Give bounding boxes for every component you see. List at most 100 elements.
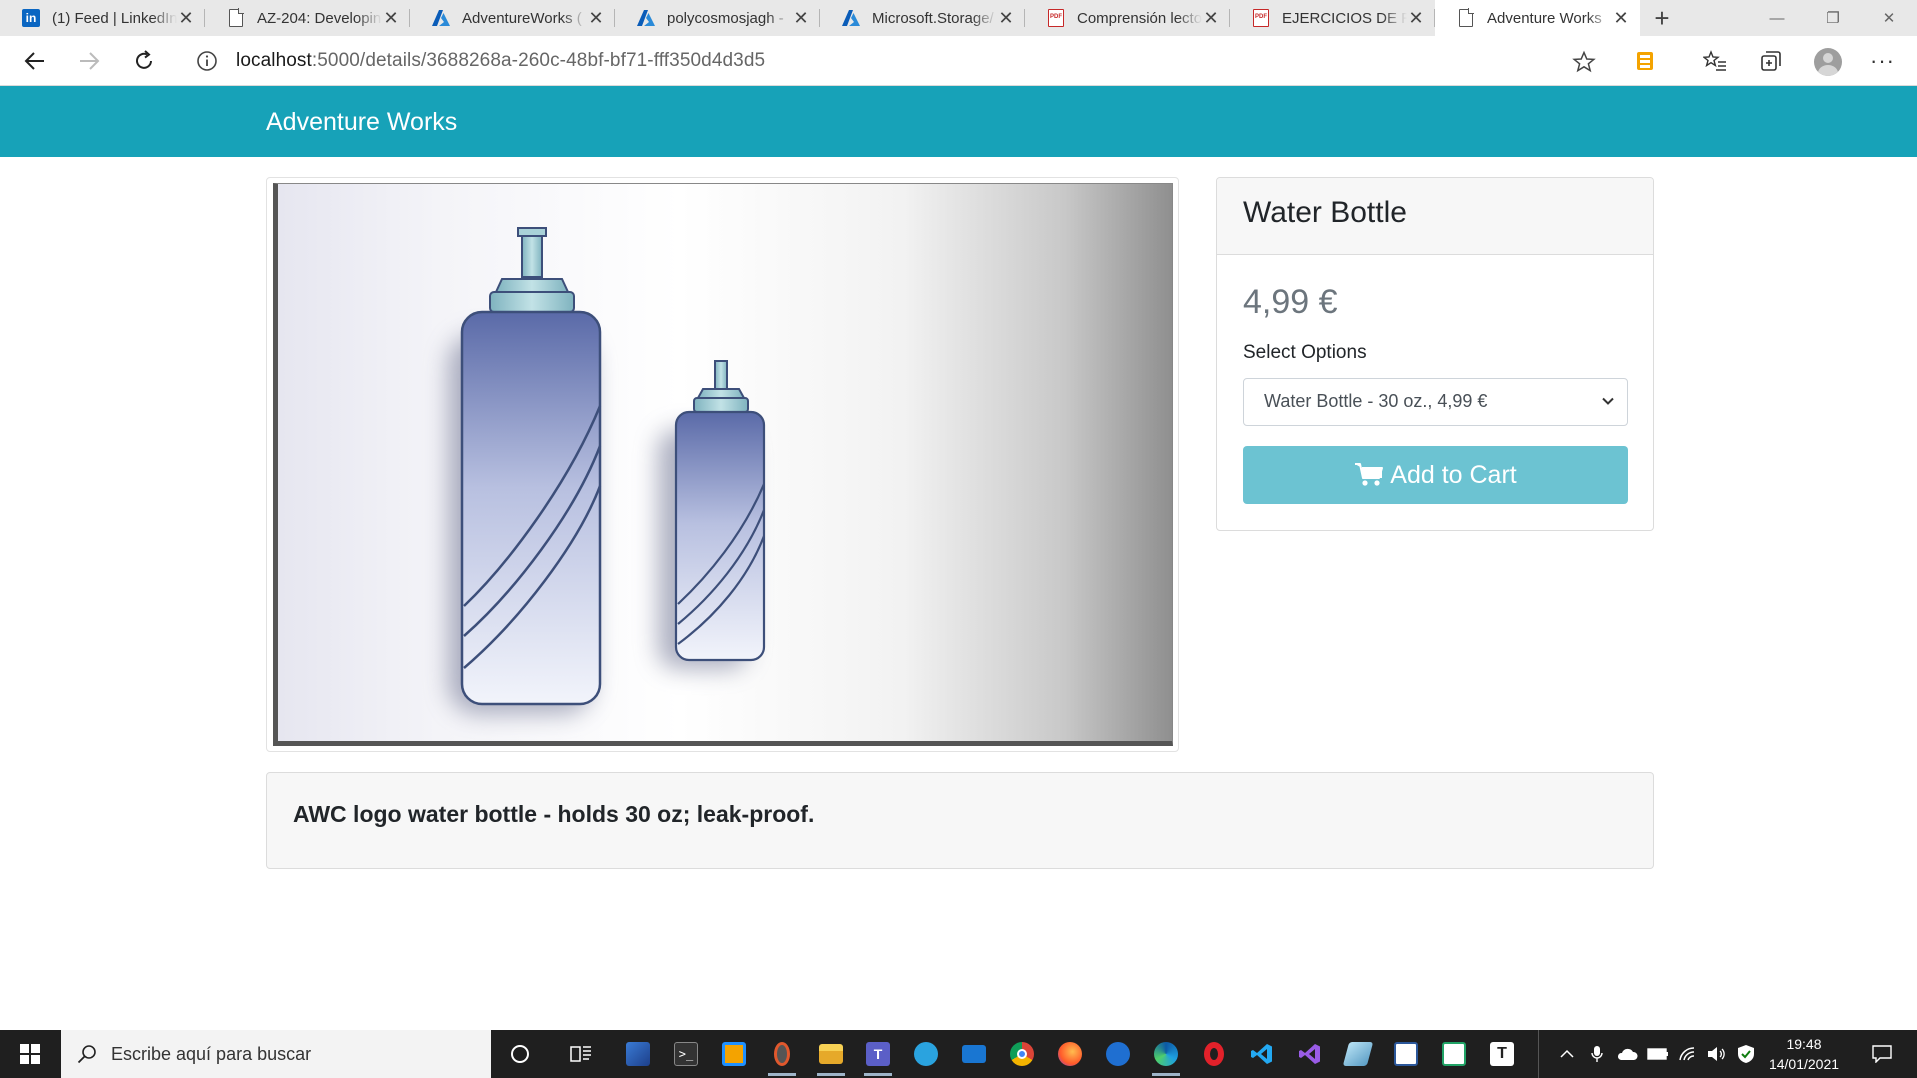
- tab-polycosmos[interactable]: polycosmosjagh - ✕: [615, 0, 820, 36]
- tab-title: AdventureWorks (: [462, 9, 582, 27]
- cloud-app-icon[interactable]: [1102, 1038, 1134, 1070]
- address-bar[interactable]: localhost:5000/details/3688268a-260c-48b…: [182, 42, 1610, 80]
- water-bottle-illustration: [448, 227, 766, 714]
- tab-title: Adventure Works: [1487, 9, 1602, 27]
- close-icon[interactable]: ✕: [1202, 8, 1220, 28]
- volume-icon[interactable]: [1704, 1030, 1728, 1078]
- search-icon: [77, 1045, 96, 1064]
- firefox-icon[interactable]: [1054, 1038, 1086, 1070]
- desktop-app-icon[interactable]: [622, 1038, 654, 1070]
- profile-avatar[interactable]: [1814, 48, 1842, 76]
- add-to-cart-label: Add to Cart: [1390, 460, 1517, 489]
- extension-icon[interactable]: [1632, 48, 1658, 74]
- minimize-button[interactable]: —: [1749, 0, 1805, 36]
- favorites-icon[interactable]: [1702, 48, 1728, 74]
- close-icon[interactable]: ✕: [587, 8, 605, 28]
- azure-icon: [432, 9, 450, 27]
- site-navbar: Adventure Works: [0, 86, 1917, 157]
- tab-adventure-works-active[interactable]: Adventure Works ✕: [1435, 0, 1640, 36]
- chevron-down-icon: [1602, 397, 1614, 405]
- battery-icon[interactable]: [1646, 1030, 1670, 1078]
- refresh-button[interactable]: [127, 44, 161, 78]
- taskbar-search[interactable]: Escribe aquí para buscar: [61, 1030, 491, 1078]
- mail-icon[interactable]: [958, 1038, 990, 1070]
- clock-date: 14/01/2021: [1768, 1056, 1840, 1072]
- url-text: localhost:5000/details/3688268a-260c-48b…: [236, 50, 765, 72]
- tab-comprension-pdf[interactable]: PDF Comprensión lecto ✕: [1025, 0, 1230, 36]
- task-view-icon[interactable]: [565, 1038, 597, 1070]
- forward-button[interactable]: [72, 44, 106, 78]
- info-icon[interactable]: [196, 50, 218, 72]
- forward-arrow-icon: [80, 52, 100, 70]
- close-icon[interactable]: ✕: [997, 8, 1015, 28]
- taskbar-divider: [1538, 1030, 1550, 1078]
- storage-explorer-icon[interactable]: [1342, 1038, 1374, 1070]
- close-icon[interactable]: ✕: [1612, 8, 1630, 28]
- microphone-icon[interactable]: [1586, 1030, 1608, 1078]
- product-title: Water Bottle: [1217, 178, 1653, 255]
- onedrive-icon[interactable]: [1614, 1030, 1640, 1078]
- start-button[interactable]: [0, 1030, 60, 1078]
- product-description: AWC logo water bottle - holds 30 oz; lea…: [266, 772, 1654, 869]
- typora-icon[interactable]: T: [1486, 1038, 1518, 1070]
- file-explorer-icon[interactable]: [815, 1038, 847, 1076]
- excel-icon[interactable]: [1438, 1038, 1470, 1070]
- new-tab-button[interactable]: +: [1640, 0, 1684, 36]
- collections-icon[interactable]: [1758, 48, 1784, 74]
- chrome-icon[interactable]: [1006, 1038, 1038, 1070]
- back-button[interactable]: [18, 44, 52, 78]
- shopping-cart-icon: [1355, 463, 1384, 486]
- tab-ejercicios-pdf[interactable]: PDF EJERCICIOS DE RE ✕: [1230, 0, 1435, 36]
- product-option-select[interactable]: Water Bottle - 30 oz., 4,99 €: [1243, 378, 1628, 426]
- word-doc-icon[interactable]: [1390, 1038, 1422, 1070]
- active-app-icon[interactable]: [766, 1038, 798, 1076]
- opera-icon[interactable]: [1198, 1038, 1230, 1070]
- pdf-icon: PDF: [1252, 9, 1270, 27]
- close-icon[interactable]: ✕: [382, 8, 400, 28]
- close-icon[interactable]: ✕: [1407, 8, 1425, 28]
- notifications-icon[interactable]: [1862, 1030, 1902, 1078]
- product-image: [273, 183, 1173, 746]
- add-to-cart-button[interactable]: Add to Cart: [1243, 446, 1628, 504]
- favorite-star-icon[interactable]: [1572, 50, 1596, 74]
- security-shield-icon[interactable]: [1734, 1030, 1758, 1078]
- taskbar-clock[interactable]: 19:48 14/01/2021: [1760, 1034, 1848, 1074]
- tab-microsoft-storage[interactable]: Microsoft.Storage/ ✕: [820, 0, 1025, 36]
- search-placeholder: Escribe aquí para buscar: [111, 1043, 312, 1064]
- window-controls: — ❐ ✕: [1749, 0, 1917, 36]
- tab-linkedin[interactable]: in (1) Feed | LinkedIn ✕: [0, 0, 205, 36]
- select-options-label: Select Options: [1243, 342, 1367, 363]
- restore-button[interactable]: ❐: [1805, 0, 1861, 36]
- tab-adventureworks-azure[interactable]: AdventureWorks ( ✕: [410, 0, 615, 36]
- more-menu-icon[interactable]: ···: [1870, 48, 1895, 74]
- back-arrow-icon: [24, 52, 44, 70]
- azure-icon: [637, 9, 655, 27]
- page-icon: [227, 8, 245, 27]
- vscode-icon[interactable]: [1246, 1038, 1278, 1070]
- teams-icon[interactable]: T: [862, 1038, 894, 1076]
- tab-title: Comprensión lecto: [1077, 9, 1202, 27]
- pdf-icon: PDF: [1047, 9, 1065, 27]
- url-host: localhost: [236, 50, 312, 71]
- azure-icon: [842, 9, 860, 27]
- terminal-icon[interactable]: >_: [670, 1038, 702, 1070]
- browser-tab-strip: in (1) Feed | LinkedIn ✕ AZ-204: Develop…: [0, 0, 1917, 36]
- cortana-icon[interactable]: [504, 1038, 536, 1070]
- tab-title: EJERCICIOS DE RE: [1282, 9, 1407, 27]
- show-hidden-icons-icon[interactable]: [1556, 1030, 1578, 1078]
- edge-icon[interactable]: [1150, 1038, 1182, 1076]
- telegram-icon[interactable]: [910, 1038, 942, 1070]
- brand-link[interactable]: Adventure Works: [266, 108, 457, 137]
- app-icon-blue-square[interactable]: [718, 1038, 750, 1070]
- tab-title: polycosmosjagh -: [667, 9, 784, 27]
- wifi-icon[interactable]: [1676, 1030, 1700, 1078]
- visual-studio-icon[interactable]: [1294, 1038, 1326, 1070]
- product-details-card: Water Bottle 4,99 € Select Options Water…: [1216, 177, 1654, 531]
- page-icon: [1457, 8, 1475, 27]
- product-image-card: [266, 177, 1179, 752]
- tab-az204[interactable]: AZ-204: Developing ✕: [205, 0, 410, 36]
- product-price: 4,99 €: [1243, 283, 1338, 321]
- close-icon[interactable]: ✕: [177, 8, 195, 28]
- close-icon[interactable]: ✕: [792, 8, 810, 28]
- close-window-button[interactable]: ✕: [1861, 0, 1917, 36]
